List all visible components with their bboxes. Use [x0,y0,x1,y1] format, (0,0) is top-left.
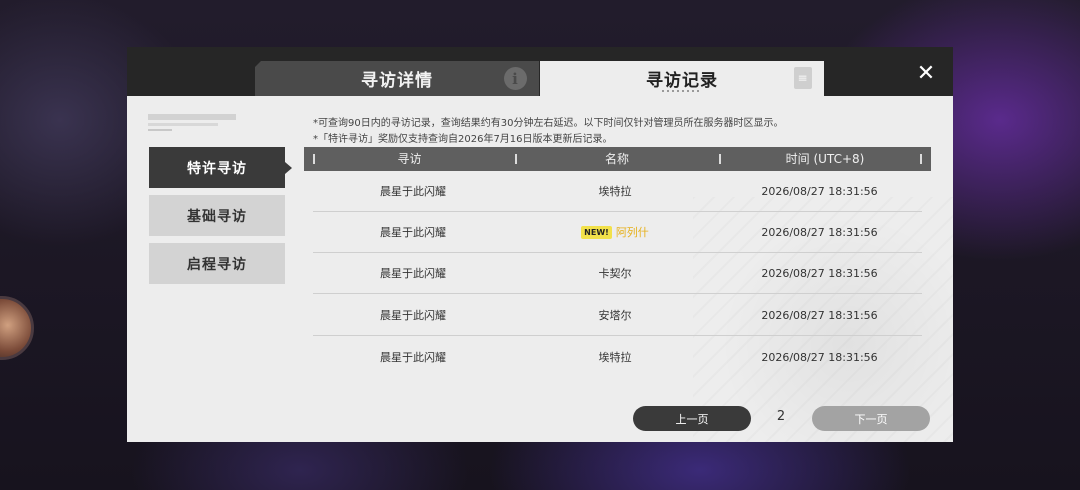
row-pool: 晨星于此闪耀 [380,226,446,239]
panel-header: 寻访详情 i 寻访记录 ≡ ✕ [127,47,953,96]
row-time: 2026/08/27 18:31:56 [761,226,878,239]
table-row: 晨星于此闪耀 NEW! 阿列什 2026/08/27 18:31:56 [313,212,922,253]
header-pool: 寻访 [397,152,422,166]
table-header: 寻访 名称 时间 (UTC+8) [304,147,931,171]
query-note-line-2: *「特许寻访」奖励仅支持查询自2026年7月16日版本更新后记录。 [313,134,613,145]
prev-page-button[interactable]: 上一页 [633,406,751,431]
row-pool: 晨星于此闪耀 [380,351,446,364]
next-page-label: 下一页 [854,412,888,426]
tab-records-label: 寻访记录 [646,71,718,91]
row-pool: 晨星于此闪耀 [380,185,446,198]
tab-details[interactable]: 寻访详情 i [255,61,539,96]
row-time: 2026/08/27 18:31:56 [761,185,878,198]
row-name-cell: 埃特拉 [513,171,717,212]
row-name-cell: 埃特拉 [513,337,717,378]
close-icon[interactable]: ✕ [915,63,937,85]
row-time: 2026/08/27 18:31:56 [761,351,878,364]
row-name: 卡契尔 [598,267,632,280]
row-name: 埃特拉 [598,351,632,364]
sidebar-item-basic-banner[interactable]: 基础寻访 [149,195,285,236]
sidebar-item-label: 特许寻访 [187,160,247,177]
row-pool: 晨星于此闪耀 [380,267,446,280]
header-time: 时间 (UTC+8) [785,152,865,166]
row-time: 2026/08/27 18:31:56 [761,267,878,280]
document-icon: ≡ [794,67,812,89]
row-name: 阿列什 [615,226,649,239]
tab-details-label: 寻访详情 [361,71,433,91]
row-time: 2026/08/27 18:31:56 [761,309,878,322]
row-pool: 晨星于此闪耀 [380,309,446,322]
table-row: 晨星于此闪耀 埃特拉 2026/08/27 18:31:56 [313,337,922,378]
header-name: 名称 [604,152,629,166]
prev-page-label: 上一页 [675,412,709,426]
row-name-cell: NEW! 阿列什 [513,212,717,253]
page-number: 2 [776,409,786,424]
row-name-cell: 安塔尔 [513,295,717,336]
row-name: 安塔尔 [598,309,632,322]
next-page-button[interactable]: 下一页 [812,406,930,431]
sidebar-item-special-banner[interactable]: 特许寻访 [149,147,292,188]
table-row: 晨星于此闪耀 安塔尔 2026/08/27 18:31:56 [313,295,922,336]
sidebar-item-label: 基础寻访 [187,208,247,225]
sidebar-item-departure-banner[interactable]: 启程寻访 [149,243,285,284]
info-icon: i [504,67,527,90]
table-row: 晨星于此闪耀 卡契尔 2026/08/27 18:31:56 [313,253,922,294]
tab-active-indicator [662,90,702,92]
table-row: 晨星于此闪耀 埃特拉 2026/08/27 18:31:56 [313,171,922,212]
row-name-cell: 卡契尔 [513,253,717,294]
sidebar-decoration [148,114,238,134]
new-badge: NEW! [581,226,612,239]
query-note-line-1: *可查询90日内的寻访记录，查询结果约有30分钟左右延迟。以下时间仅针对管理员所… [313,118,784,129]
row-name: 埃特拉 [598,185,632,198]
sidebar-item-label: 启程寻访 [187,256,247,273]
tab-records[interactable]: 寻访记录 ≡ [540,61,824,96]
header-separator [920,154,922,164]
gacha-history-panel: 寻访详情 i 寻访记录 ≡ ✕ 特许寻访 基础寻访 启程寻访 *可查询90日内的… [127,47,953,442]
